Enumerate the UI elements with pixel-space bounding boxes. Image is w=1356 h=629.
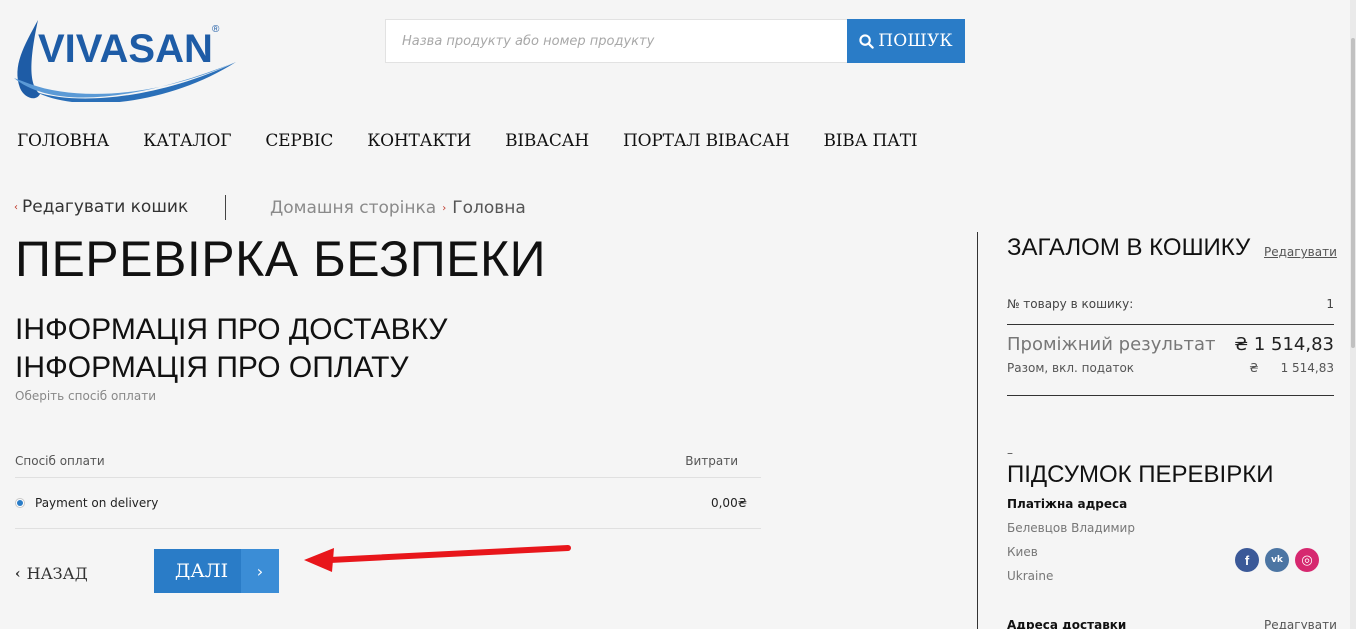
breadcrumb-home[interactable]: Домашня сторінка xyxy=(270,198,436,218)
billing-name: Белевцов Владимир xyxy=(1007,521,1135,535)
nav-item-portal[interactable]: ПОРТАЛ ВІВАСАН xyxy=(623,131,790,151)
nav-item-viva-party[interactable]: ВІВА ПАТІ xyxy=(823,131,917,151)
billing-country: Ukraine xyxy=(1007,569,1054,583)
social-links: f vk ◎ xyxy=(1235,548,1319,572)
nav-item-catalog[interactable]: КАТАЛОГ xyxy=(143,131,231,151)
vk-icon[interactable]: vk xyxy=(1265,548,1289,572)
shipping-info-heading[interactable]: ІНФОРМАЦІЯ ПРО ДОСТАВКУ xyxy=(15,313,447,347)
shipping-edit-link[interactable]: Редагувати xyxy=(1264,618,1337,629)
divider xyxy=(15,477,761,478)
chevron-right-icon: › xyxy=(241,549,279,593)
items-label: № товару в кошику: xyxy=(1007,297,1134,311)
payment-table-header: Спосіб оплати Витрати xyxy=(15,454,738,468)
edit-cart-link[interactable]: ‹ Редагувати кошик xyxy=(14,197,188,217)
next-button[interactable]: ДАЛІ › xyxy=(154,549,279,593)
next-button-label: ДАЛІ xyxy=(174,560,229,582)
total-incl-tax-row: Разом, вкл. податок ₴ 1 514,83 xyxy=(1007,361,1334,375)
summary-dash: – xyxy=(1007,446,1013,460)
chevron-right-icon: › xyxy=(442,202,447,214)
billing-city: Киев xyxy=(1007,545,1038,559)
divider xyxy=(1007,395,1334,396)
breadcrumb: Домашня сторінка › Головна xyxy=(270,198,526,218)
payment-method-label: Payment on delivery xyxy=(35,496,159,510)
chevron-left-icon: ‹ xyxy=(15,565,21,582)
subtotal-label: Проміжний результат xyxy=(1007,334,1216,355)
search-input[interactable] xyxy=(385,19,847,63)
main-nav: ГОЛОВНА КАТАЛОГ СЕРВІС КОНТАКТИ ВІВАСАН … xyxy=(17,131,951,151)
payment-radio[interactable] xyxy=(15,498,25,508)
tax-value: 1 514,83 xyxy=(1280,361,1334,375)
subtotal-value: ₴ 1 514,83 xyxy=(1234,334,1334,355)
col-payment-method: Спосіб оплати xyxy=(15,454,105,468)
items-value: 1 xyxy=(1326,297,1334,311)
nav-item-contacts[interactable]: КОНТАКТИ xyxy=(367,131,471,151)
cart-edit-link[interactable]: Редагувати xyxy=(1264,245,1337,259)
tax-currency: ₴ xyxy=(1249,361,1259,375)
payment-method-cost: 0,00₴ xyxy=(710,496,747,510)
nav-item-home[interactable]: ГОЛОВНА xyxy=(17,131,109,151)
logo-registered-mark: ® xyxy=(212,24,220,35)
payment-info-heading: ІНФОРМАЦІЯ ПРО ОПЛАТУ xyxy=(15,351,409,384)
instagram-icon[interactable]: ◎ xyxy=(1295,548,1319,572)
divider xyxy=(15,528,761,529)
cart-items-count: № товару в кошику: 1 xyxy=(1007,297,1334,311)
tax-label: Разом, вкл. податок xyxy=(1007,361,1135,375)
divider xyxy=(225,195,226,220)
scrollbar-thumb[interactable] xyxy=(1351,38,1355,348)
payment-subtitle: Оберіть спосіб оплати xyxy=(15,389,156,403)
back-button[interactable]: ‹ НАЗАД xyxy=(15,564,88,583)
vivasan-logo[interactable]: VIVASAN ® xyxy=(10,18,240,102)
divider xyxy=(1007,324,1334,325)
cart-summary-title: ЗАГАЛОМ В КОШИКУ xyxy=(1007,234,1251,261)
shipping-address-label: Адреса доставки xyxy=(1007,618,1127,629)
chevron-left-icon: ‹ xyxy=(14,201,18,213)
edit-cart-label: Редагувати кошик xyxy=(22,197,189,217)
search-button-label: ПОШУК xyxy=(878,31,953,51)
back-button-label: НАЗАД xyxy=(26,564,88,583)
page-title: ПЕРЕВІРКА БЕЗПЕКИ xyxy=(15,231,547,287)
subtotal-row: Проміжний результат ₴ 1 514,83 xyxy=(1007,334,1334,355)
payment-method-row[interactable]: Payment on delivery 0,00₴ xyxy=(15,496,747,510)
logo-text: VIVASAN xyxy=(38,27,213,71)
col-cost: Витрати xyxy=(685,454,738,468)
billing-address-label: Платіжна адреса xyxy=(1007,497,1128,511)
annotation-arrow-icon xyxy=(304,545,571,572)
nav-item-service[interactable]: СЕРВІС xyxy=(265,131,333,151)
sidebar-divider xyxy=(977,232,978,629)
search-button[interactable]: ПОШУК xyxy=(847,19,965,63)
facebook-icon[interactable]: f xyxy=(1235,548,1259,572)
search-icon xyxy=(859,33,874,49)
breadcrumb-current: Головна xyxy=(452,198,526,218)
nav-item-vivasan[interactable]: ВІВАСАН xyxy=(505,131,589,151)
checkout-summary-title: ПІДСУМОК ПЕРЕВІРКИ xyxy=(1007,461,1274,488)
